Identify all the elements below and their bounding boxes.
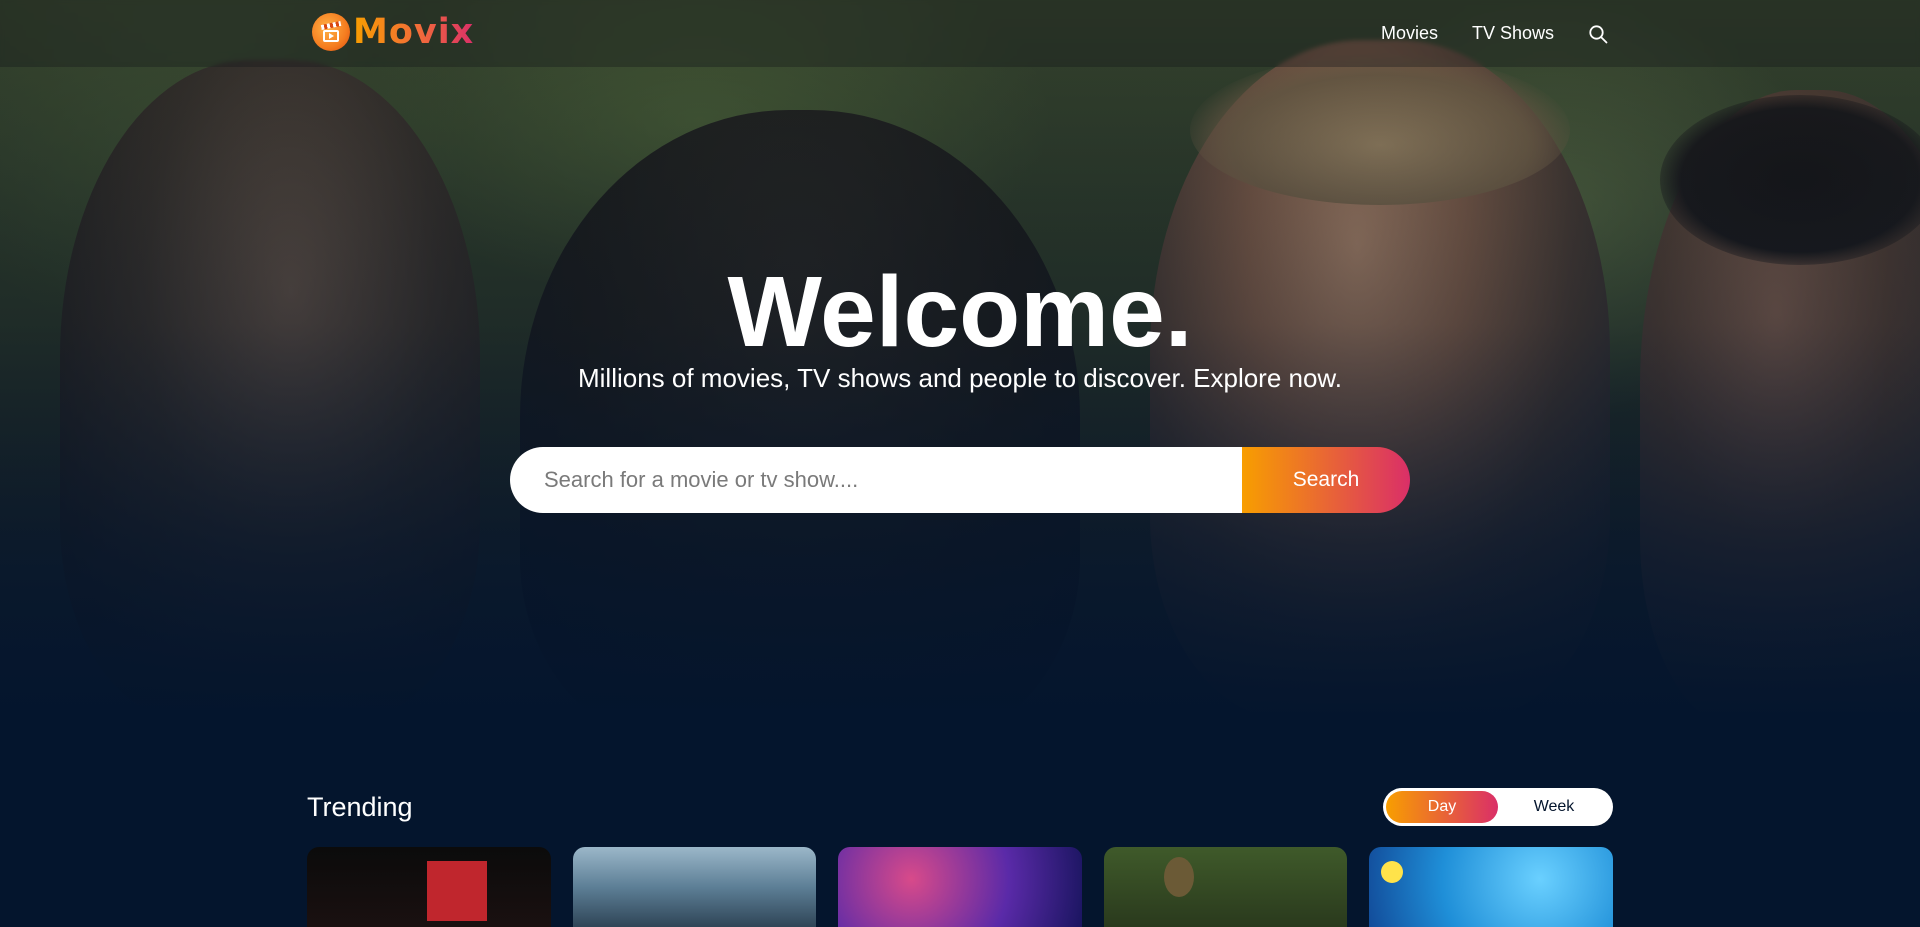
tab-week[interactable]: Week [1498,798,1610,816]
hero-content: Welcome. Millions of movies, TV shows an… [0,260,1920,394]
nav-movies[interactable]: Movies [1381,23,1438,44]
search-button[interactable]: Search [1242,447,1410,513]
trending-header: Trending Day Week [307,787,1613,827]
day-week-switch: Day Week [1383,788,1613,826]
hero-search-bar: Search [510,447,1410,513]
movie-card[interactable] [307,847,551,927]
movie-card[interactable] [1369,847,1613,927]
logo-icon [312,13,350,51]
search-icon[interactable] [1588,24,1608,44]
movie-card[interactable] [572,847,817,927]
site-header: Movix Movies TV Shows [0,0,1920,67]
logo-text: Movix [353,12,475,52]
movie-card[interactable] [1103,847,1348,927]
section-title: Trending [307,791,413,822]
logo[interactable]: Movix [312,12,474,52]
nav-tv-shows[interactable]: TV Shows [1472,23,1554,44]
tab-day[interactable]: Day [1386,798,1498,816]
movie-card[interactable] [838,847,1082,927]
hero-title: Welcome. [727,256,1193,368]
hero-subtitle: Millions of movies, TV shows and people … [577,363,1343,393]
trending-carousel [307,847,1613,927]
main-nav: Movies TV Shows [1347,0,1608,67]
search-input[interactable] [510,447,1242,513]
